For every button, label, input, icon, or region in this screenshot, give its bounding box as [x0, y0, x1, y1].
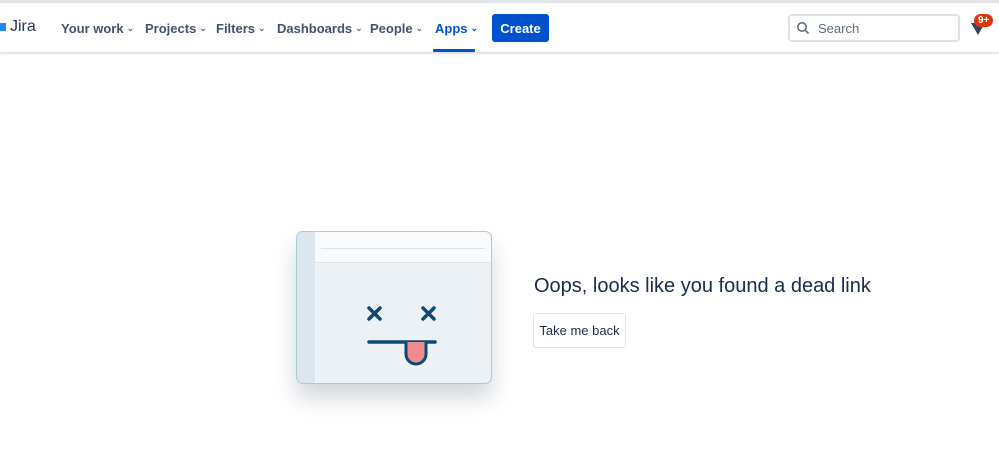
- chevron-down-icon: ⌄: [470, 23, 479, 33]
- chevron-down-icon: ⌄: [126, 23, 135, 33]
- nav-label: Projects: [145, 21, 197, 36]
- nav-label: Your work: [61, 21, 124, 36]
- chevron-down-icon: ⌄: [415, 23, 424, 33]
- nav-your-work[interactable]: Your work ⌄: [61, 21, 134, 36]
- active-tab-indicator: [433, 49, 475, 52]
- nav-apps[interactable]: Apps ⌄: [435, 21, 478, 36]
- dead-link-illustration: [296, 231, 492, 384]
- dead-face-icon: [367, 306, 437, 366]
- nav-projects[interactable]: Projects ⌄: [145, 21, 207, 36]
- nav-label: Dashboards: [277, 21, 353, 36]
- chevron-down-icon: ⌄: [355, 23, 363, 33]
- search-icon: [797, 22, 810, 35]
- chevron-down-icon: ⌄: [258, 23, 266, 33]
- chevron-down-icon: ⌄: [199, 23, 207, 33]
- nav-label: Filters: [216, 21, 256, 36]
- nav-filters[interactable]: Filters ⌄: [216, 21, 266, 36]
- nav-label: Apps: [435, 21, 468, 36]
- nav-label: People: [370, 21, 413, 36]
- nav-people[interactable]: People ⌄: [370, 21, 423, 36]
- jira-logo-icon: [0, 23, 6, 31]
- search-input[interactable]: [818, 20, 948, 36]
- notification-badge: 9+: [974, 14, 994, 27]
- top-navigation: Jira Your work ⌄ Projects ⌄ Filters ⌄ Dashb…: [0, 3, 999, 53]
- nav-dashboards[interactable]: Dashboards ⌄: [277, 21, 363, 36]
- take-me-back-button[interactable]: Take me back: [533, 313, 626, 348]
- error-message: Oops, looks like you found a dead link: [534, 275, 871, 297]
- search-box[interactable]: [788, 14, 960, 42]
- jira-logo[interactable]: Jira: [0, 18, 36, 36]
- create-button[interactable]: Create: [492, 14, 549, 42]
- logo-text: Jira: [10, 18, 36, 35]
